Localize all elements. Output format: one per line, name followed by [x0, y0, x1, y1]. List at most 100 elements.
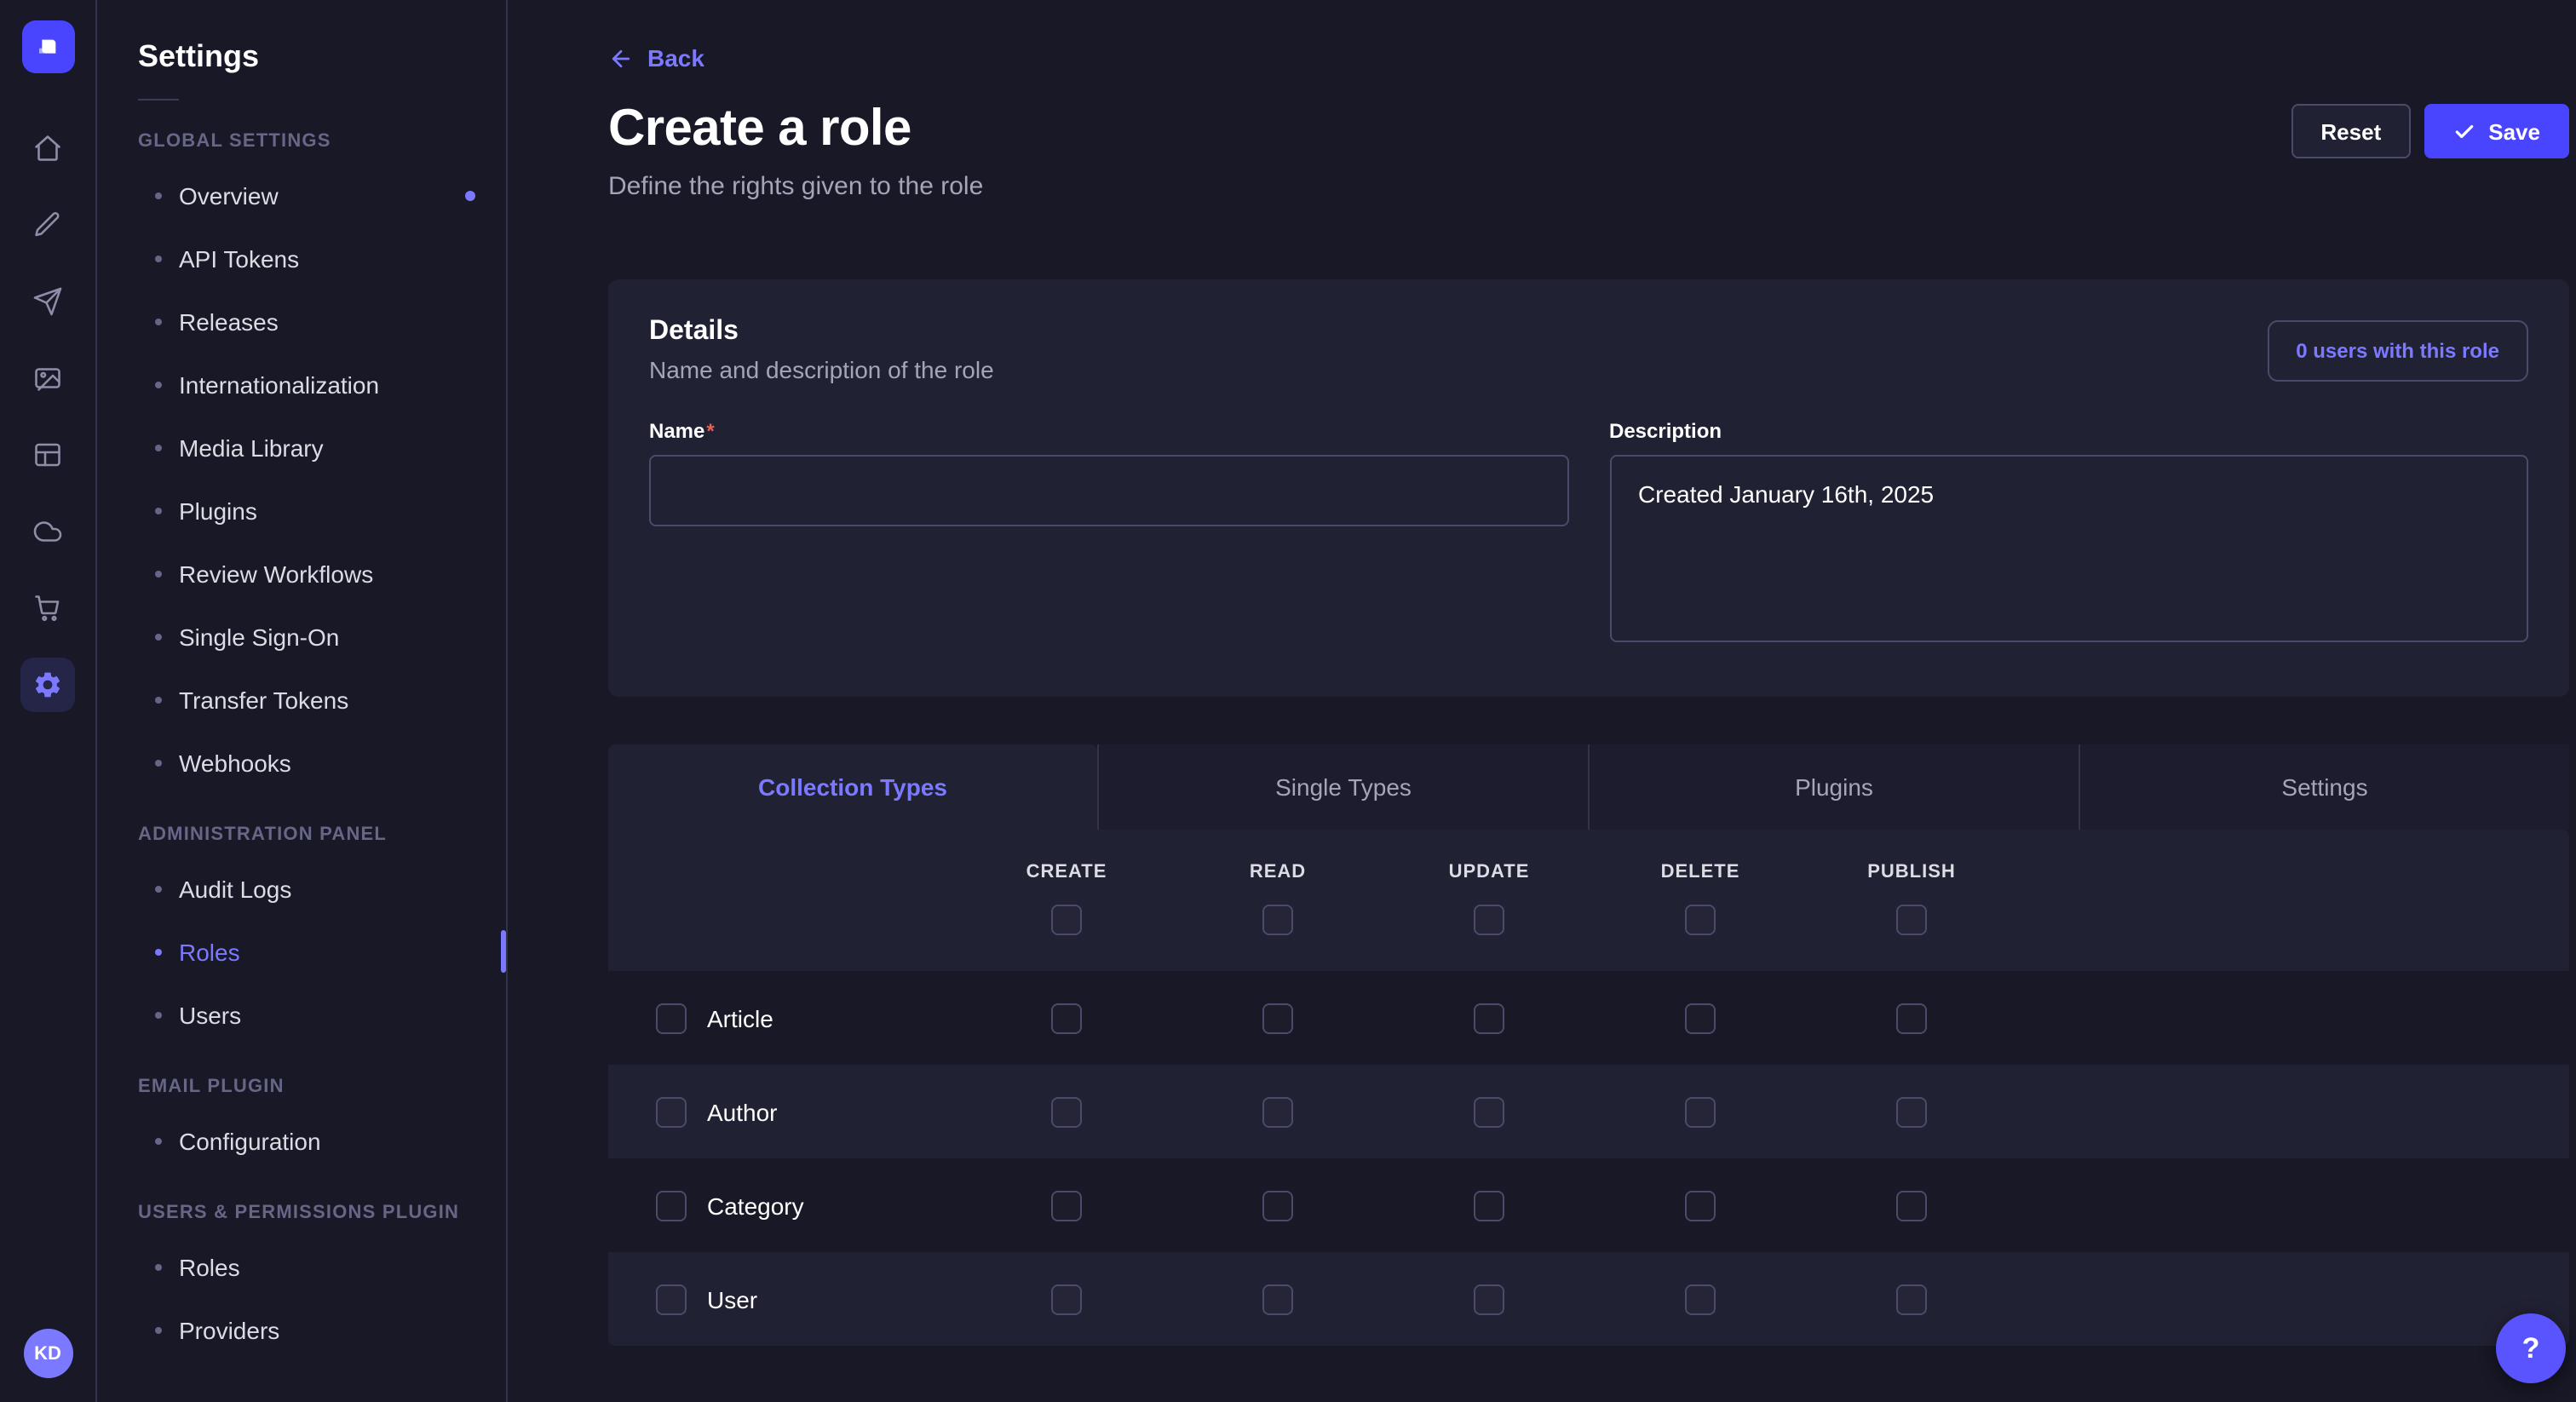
sidebar-item-roles-admin[interactable]: Roles	[97, 920, 506, 983]
avatar[interactable]: KD	[23, 1329, 72, 1378]
layout-icon[interactable]	[20, 428, 75, 482]
sidebar-item-label: Plugins	[179, 497, 257, 524]
permission-checkbox[interactable]	[1896, 1284, 1927, 1314]
bullet-icon	[155, 381, 162, 388]
page-header-text: Create a role Define the rights given to…	[608, 101, 983, 201]
save-label: Save	[2488, 118, 2540, 144]
permission-checkbox[interactable]	[1051, 1190, 1082, 1221]
sidebar-divider	[138, 99, 179, 101]
sidebar-item-api-tokens[interactable]: API Tokens	[97, 227, 506, 290]
rail-icon-list	[20, 121, 75, 712]
details-title: Details	[649, 317, 994, 348]
sidebar-item-single-sign-on[interactable]: Single Sign-On	[97, 605, 506, 668]
description-textarea[interactable]: Created January 16th, 2025	[1609, 455, 2528, 642]
description-label: Description	[1609, 419, 2528, 443]
bullet-icon	[155, 759, 162, 766]
permission-checkbox[interactable]	[1896, 1003, 1927, 1033]
select-all-delete-checkbox[interactable]	[1685, 905, 1716, 935]
permission-checkbox[interactable]	[1262, 1096, 1293, 1127]
sidebar-item-plugins[interactable]: Plugins	[97, 479, 506, 542]
sidebar-item-releases[interactable]: Releases	[97, 290, 506, 353]
permission-checkbox[interactable]	[1685, 1190, 1716, 1221]
sidebar-item-review-workflows[interactable]: Review Workflows	[97, 542, 506, 605]
tab-single-types[interactable]: Single Types	[1097, 744, 1588, 830]
sidebar-item-label: Review Workflows	[179, 560, 373, 587]
sidebar-item-label: Roles	[179, 938, 240, 965]
tab-collection-types[interactable]: Collection Types	[608, 744, 1097, 830]
sidebar-item-media-library[interactable]: Media Library	[97, 416, 506, 479]
sidebar-item-roles-up[interactable]: Roles	[97, 1235, 506, 1298]
details-card-titles: Details Name and description of the role	[649, 317, 994, 383]
reset-button[interactable]: Reset	[2291, 104, 2410, 158]
strapi-logo-icon[interactable]	[21, 20, 74, 73]
settings-gear-icon[interactable]	[20, 658, 75, 712]
permission-checkbox[interactable]	[1685, 1284, 1716, 1314]
arrow-left-icon	[608, 45, 634, 71]
help-button[interactable]: ?	[2496, 1313, 2566, 1383]
permission-checkbox[interactable]	[1896, 1190, 1927, 1221]
cell-delete	[1595, 1284, 1806, 1314]
permission-checkbox[interactable]	[1474, 1190, 1504, 1221]
users-with-role-button[interactable]: 0 users with this role	[2267, 319, 2528, 381]
cell-read	[1172, 1190, 1383, 1221]
permissions-tabs: Collection Types Single Types Plugins Se…	[608, 744, 2569, 830]
bullet-icon	[155, 885, 162, 892]
sidebar-title: Settings	[97, 39, 506, 75]
main-nav-rail: KD	[0, 0, 97, 1402]
sidebar-item-label: Media Library	[179, 434, 324, 461]
select-all-create-checkbox[interactable]	[1051, 905, 1082, 935]
row-select-checkbox[interactable]	[656, 1284, 687, 1314]
main-content: Back Create a role Define the rights giv…	[508, 0, 2576, 1402]
permission-checkbox[interactable]	[1262, 1284, 1293, 1314]
permission-checkbox[interactable]	[1051, 1003, 1082, 1033]
details-card: Details Name and description of the role…	[608, 279, 2569, 697]
permission-checkbox[interactable]	[1896, 1096, 1927, 1127]
sidebar-item-users[interactable]: Users	[97, 983, 506, 1046]
tab-plugins[interactable]: Plugins	[1588, 744, 2079, 830]
row-select-checkbox[interactable]	[656, 1190, 687, 1221]
select-all-read-checkbox[interactable]	[1262, 905, 1293, 935]
paper-plane-icon[interactable]	[20, 274, 75, 329]
column-label-delete: DELETE	[1661, 862, 1740, 882]
sidebar-item-providers[interactable]: Providers	[97, 1298, 506, 1361]
sidebar-item-overview[interactable]: Overview	[97, 164, 506, 227]
permission-checkbox[interactable]	[1685, 1096, 1716, 1127]
name-input[interactable]	[649, 455, 1568, 526]
select-all-update-checkbox[interactable]	[1474, 905, 1504, 935]
permission-checkbox[interactable]	[1051, 1096, 1082, 1127]
sidebar-item-internationalization[interactable]: Internationalization	[97, 353, 506, 416]
sidebar-item-webhooks[interactable]: Webhooks	[97, 731, 506, 794]
permissions-card: Collection Types Single Types Plugins Se…	[608, 744, 2569, 1346]
row-select-checkbox[interactable]	[656, 1096, 687, 1127]
save-button[interactable]: Save	[2424, 104, 2569, 158]
permission-checkbox[interactable]	[1474, 1096, 1504, 1127]
permission-checkbox[interactable]	[1685, 1003, 1716, 1033]
pen-icon[interactable]	[20, 198, 75, 252]
cell-publish	[1806, 1284, 2017, 1314]
notification-dot	[465, 190, 475, 200]
sidebar-item-label: Audit Logs	[179, 875, 291, 902]
media-library-icon[interactable]	[20, 351, 75, 405]
row-select-checkbox[interactable]	[656, 1003, 687, 1033]
tab-settings[interactable]: Settings	[2079, 744, 2569, 830]
cell-read	[1172, 1003, 1383, 1033]
permission-checkbox[interactable]	[1474, 1003, 1504, 1033]
permission-checkbox[interactable]	[1474, 1284, 1504, 1314]
home-icon[interactable]	[20, 121, 75, 175]
users-permissions-list: Roles Providers	[97, 1235, 506, 1361]
back-link[interactable]: Back	[608, 44, 704, 72]
row-name-cell: Author	[608, 1096, 961, 1127]
sidebar-item-audit-logs[interactable]: Audit Logs	[97, 857, 506, 920]
permission-checkbox[interactable]	[1051, 1284, 1082, 1314]
permission-checkbox[interactable]	[1262, 1003, 1293, 1033]
back-label: Back	[647, 44, 704, 72]
sidebar-item-configuration[interactable]: Configuration	[97, 1109, 506, 1172]
cell-update	[1383, 1190, 1595, 1221]
select-all-publish-checkbox[interactable]	[1896, 905, 1927, 935]
cell-update	[1383, 1096, 1595, 1127]
cart-icon[interactable]	[20, 581, 75, 635]
header-actions: Reset Save	[2291, 101, 2569, 158]
sidebar-item-transfer-tokens[interactable]: Transfer Tokens	[97, 668, 506, 731]
permission-checkbox[interactable]	[1262, 1190, 1293, 1221]
cloud-icon[interactable]	[20, 504, 75, 559]
